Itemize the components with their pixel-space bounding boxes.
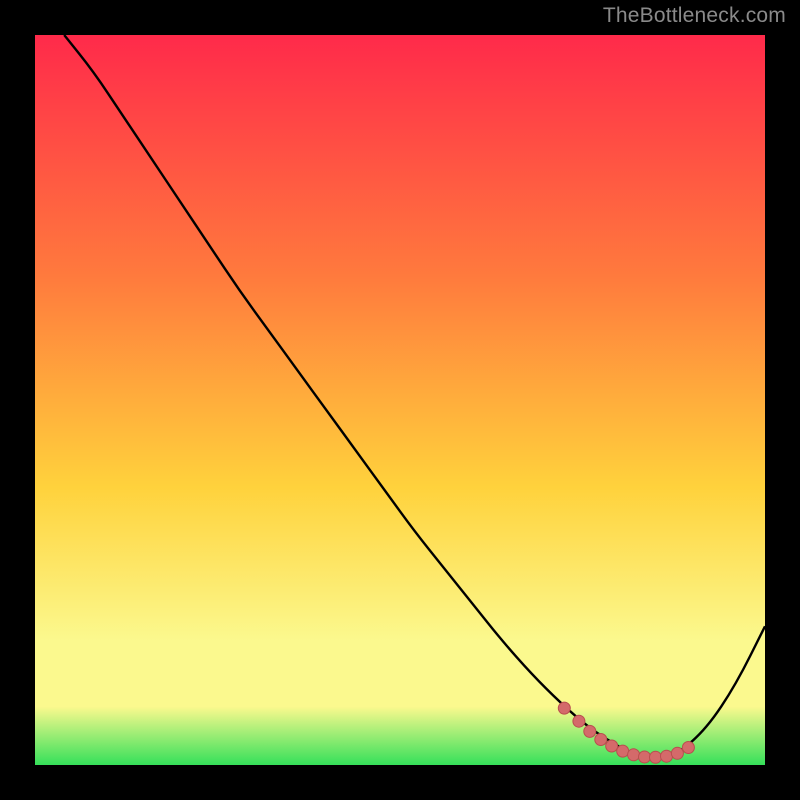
valley-marker: [573, 715, 585, 727]
valley-marker: [558, 702, 570, 714]
valley-marker: [682, 742, 694, 754]
chart-frame: TheBottleneck.com: [0, 0, 800, 800]
valley-marker: [606, 740, 618, 752]
valley-marker: [617, 745, 629, 757]
valley-marker: [584, 725, 596, 737]
chart-svg: [35, 35, 765, 765]
valley-marker: [639, 751, 651, 763]
valley-marker: [671, 747, 683, 759]
valley-marker: [650, 751, 662, 763]
gradient-background: [35, 35, 765, 765]
valley-marker: [628, 749, 640, 761]
valley-marker: [595, 734, 607, 746]
valley-marker: [661, 750, 673, 762]
watermark-text: TheBottleneck.com: [603, 4, 786, 28]
plot-area: [35, 35, 765, 765]
